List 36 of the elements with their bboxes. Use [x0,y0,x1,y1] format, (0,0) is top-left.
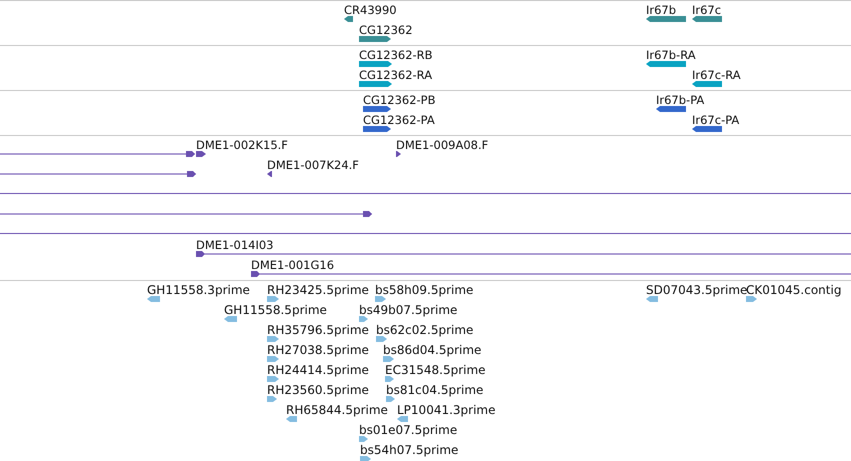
est-label: RH23560.5prime [267,383,369,397]
gene-label: Ir67c [692,3,722,17]
est-label: RH27038.5prime [267,343,369,357]
est-label: SD07043.5prime [646,283,748,297]
clone-label: DME1-009A08.F [396,138,488,152]
gene-label: CG12362 [359,23,413,37]
est-label: LP10041.3prime [397,403,496,417]
est-label: RH24414.5prime [267,363,369,377]
clone-label: DME1-014I03 [196,238,274,252]
est-label: bs81c04.5prime [386,383,484,397]
est-label: bs01e07.5prime [359,423,458,437]
clone-label: DME1-001G16 [251,258,334,272]
transcript-label: Ir67b-RA [646,48,696,62]
est-label: GH11558.5prime [224,303,327,317]
protein-label: Ir67b-PA [656,93,704,107]
est-label: EC31548.5prime [385,363,486,377]
est-label: bs86d04.5prime [383,343,482,357]
transcript-label: CG12362-RA [359,68,432,82]
est-label: bs49b07.5prime [359,303,458,317]
est-label: bs54h07.5prime [360,443,458,457]
protein-label: CG12362-PB [363,93,436,107]
gene-label: CR43990 [344,3,397,17]
est-label: RH35796.5prime [267,323,369,337]
est-label: GH11558.3prime [147,283,250,297]
transcript-label: CG12362-RB [359,48,433,62]
clone-label: DME1-007K24.F [267,158,359,172]
protein-label: CG12362-PA [363,113,435,127]
clone-label: DME1-002K15.F [196,138,288,152]
gene-label: Ir67b [646,3,676,17]
est-label: bs58h09.5prime [375,283,474,297]
transcript-label: Ir67c-RA [692,68,741,82]
est-label: RH65844.5prime [286,403,388,417]
est-label: RH23425.5prime [267,283,369,297]
est-label: CK01045.contig [746,283,842,297]
protein-label: Ir67c-PA [692,113,740,127]
est-label: bs62c02.5prime [376,323,474,337]
